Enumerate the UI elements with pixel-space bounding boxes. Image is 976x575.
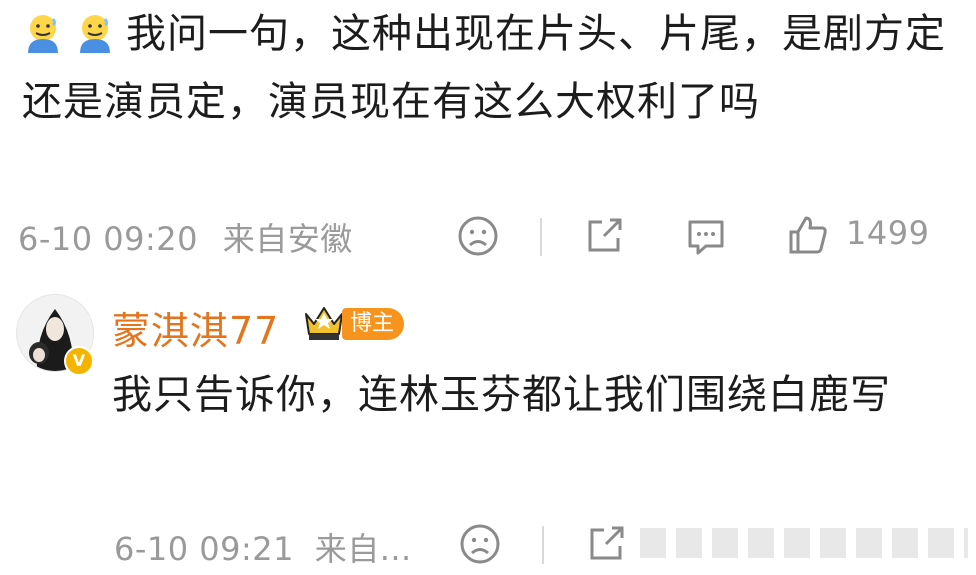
action-divider xyxy=(542,526,544,564)
comment-1-source: 来自安徽 xyxy=(222,220,353,258)
like-thumb-icon[interactable] xyxy=(786,212,830,256)
comment-2-meta: 6-10 09:21 来自... xyxy=(114,524,412,570)
share-icon[interactable] xyxy=(584,522,628,566)
comment-1-meta: 6-10 09:20 来自安徽 xyxy=(18,214,353,260)
comment-icon[interactable] xyxy=(684,214,728,258)
action-divider xyxy=(540,218,542,256)
username[interactable]: 蒙淇淇77 xyxy=(112,300,279,355)
comment-1-text: 我问一句，这种出现在片头、片尾，是剧方定还是演员定，演员现在有这么大权利了吗 xyxy=(22,11,946,125)
comment-2-text: 我只告诉你，连林玉芬都让我们围绕白鹿写 xyxy=(112,372,891,418)
verified-badge-icon: V xyxy=(64,346,94,376)
comment-2-source: 来自... xyxy=(314,530,412,568)
share-icon[interactable] xyxy=(582,214,626,258)
cut-off-icons-strip xyxy=(640,528,968,558)
comment-1-time: 6-10 09:20 xyxy=(18,220,199,258)
sweating-face-emoji-icon xyxy=(80,15,110,53)
blogger-badge: 博主 xyxy=(342,308,405,340)
comment-1-text-block: 我问一句，这种出现在片头、片尾，是剧方定还是演员定，演员现在有这么大权利了吗 xyxy=(22,0,952,136)
dislike-face-icon[interactable] xyxy=(456,214,500,258)
crown-badge-icon xyxy=(305,307,343,340)
sweating-face-emoji-icon xyxy=(28,15,58,53)
like-count: 1499 xyxy=(846,214,930,252)
dislike-face-icon[interactable] xyxy=(458,522,502,566)
comment-2-time: 6-10 09:21 xyxy=(114,530,295,568)
